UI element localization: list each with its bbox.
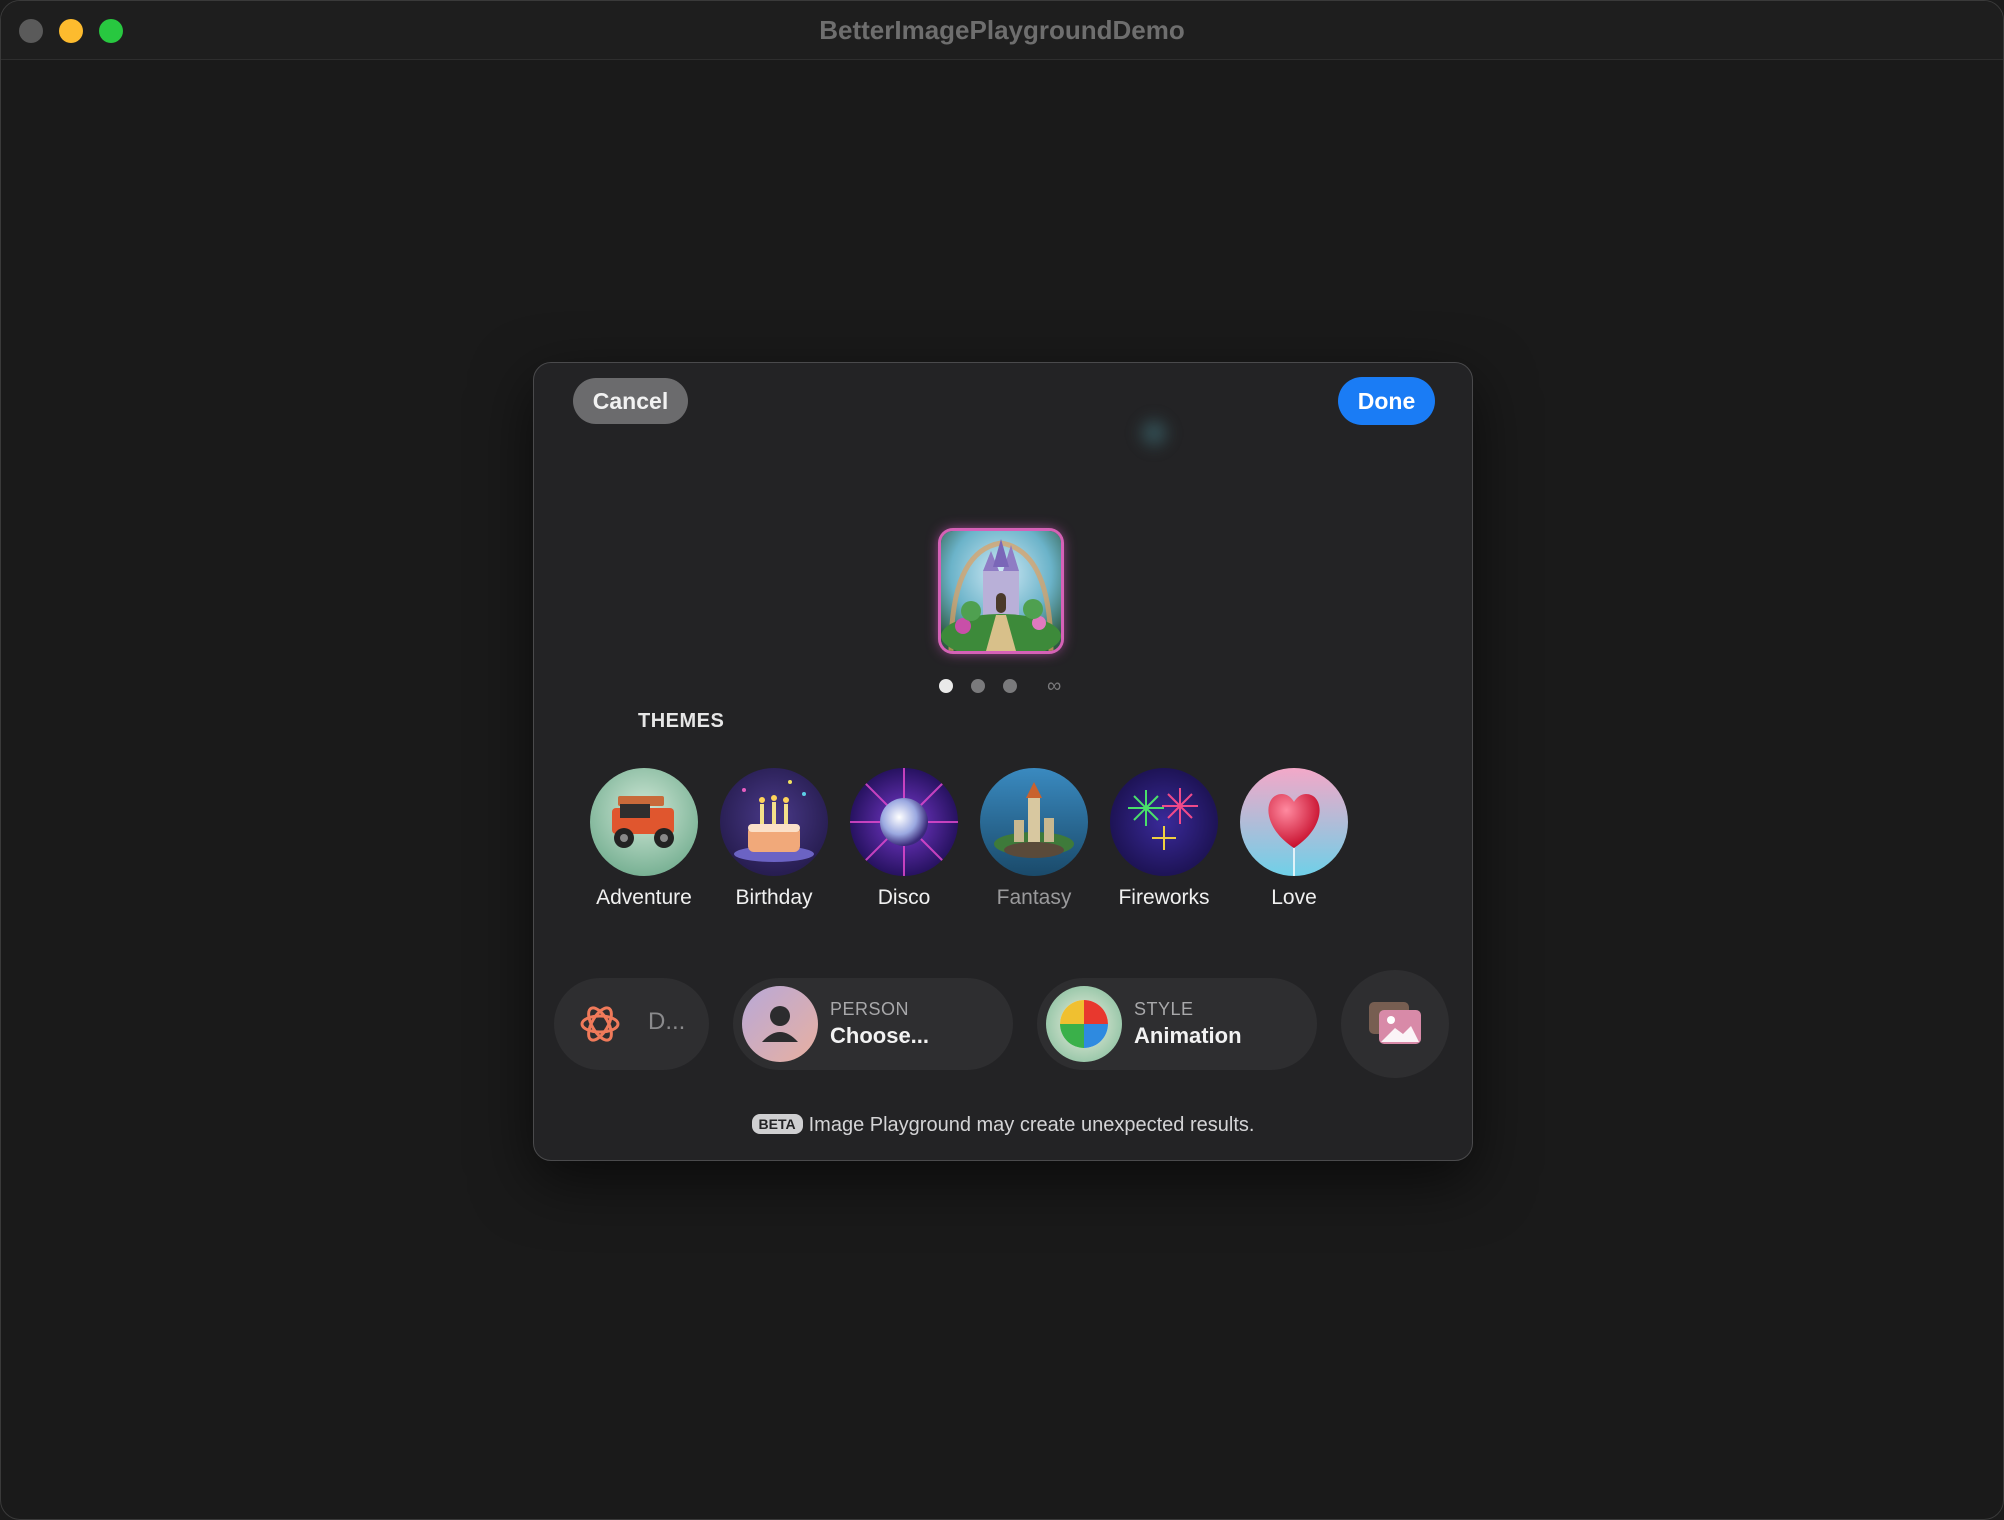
cancel-button[interactable]: Cancel	[573, 378, 688, 424]
photo-library-icon	[1369, 1002, 1421, 1044]
style-caption: STYLE	[1134, 999, 1194, 1019]
infinity-icon[interactable]: ∞	[1047, 676, 1061, 696]
done-button[interactable]: Done	[1338, 377, 1435, 425]
app-window: BetterImagePlaygroundDemo Cancel Done ∞ …	[0, 0, 2004, 1520]
theme-fireworks[interactable]: Fireworks	[1099, 768, 1229, 910]
style-value: Animation	[1134, 1023, 1242, 1048]
theme-fantasy[interactable]: Fantasy	[969, 768, 1099, 910]
theme-label: Birthday	[735, 886, 813, 909]
beta-badge: BETA	[751, 1114, 803, 1134]
theme-label: Adventure	[596, 886, 692, 909]
theme-label: Fantasy	[996, 886, 1072, 909]
person-value: Choose...	[830, 1023, 930, 1048]
ambient-glow	[1134, 413, 1174, 453]
image-playground-sheet: Cancel Done ∞ THEMES Adventure Birthday …	[533, 362, 1473, 1161]
disco-ball-icon	[850, 768, 958, 876]
theme-birthday[interactable]: Birthday	[709, 768, 839, 910]
fantasy-castle-icon	[980, 768, 1088, 876]
theme-adventure[interactable]: Adventure	[579, 768, 709, 910]
beta-notice: BETA Image Playground may create unexpect…	[534, 1114, 1472, 1137]
page-dot-2[interactable]	[971, 679, 985, 693]
title-bar: BetterImagePlaygroundDemo	[1, 1, 2003, 60]
window-title: BetterImagePlaygroundDemo	[819, 15, 1185, 45]
theme-label: Love	[1271, 886, 1317, 909]
person-icon	[742, 986, 818, 1062]
beta-message: Image Playground may create unexpected r…	[808, 1114, 1255, 1136]
person-picker[interactable]: PERSON Choose...	[733, 978, 1013, 1070]
description-placeholder: D...	[648, 1008, 686, 1035]
adventure-jeep-icon	[590, 768, 698, 876]
style-picker[interactable]: STYLE Animation	[1037, 978, 1317, 1070]
person-caption: PERSON	[830, 999, 910, 1019]
themes-heading: THEMES	[638, 710, 725, 732]
page-dot-1[interactable]	[939, 679, 953, 693]
description-field[interactable]: D...	[554, 978, 709, 1070]
theme-disco[interactable]: Disco	[839, 768, 969, 910]
theme-label: Disco	[877, 886, 931, 909]
photo-library-button[interactable]	[1341, 970, 1449, 1078]
beach-ball-icon	[1046, 986, 1122, 1062]
theme-label: Fireworks	[1118, 886, 1210, 909]
apple-intelligence-icon	[580, 1006, 620, 1042]
theme-love[interactable]: Love	[1229, 768, 1359, 910]
heart-balloon-icon	[1240, 768, 1348, 876]
page-dot-3[interactable]	[1003, 679, 1017, 693]
generated-image-preview[interactable]	[941, 531, 1061, 651]
castle-image	[941, 531, 1061, 651]
fireworks-icon	[1110, 768, 1218, 876]
birthday-cake-icon	[720, 768, 828, 876]
